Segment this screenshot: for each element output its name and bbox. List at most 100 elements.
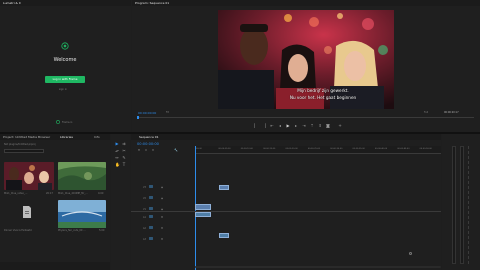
selection-tool-icon[interactable]: ▶	[115, 142, 119, 146]
program-tabbar	[132, 0, 480, 6]
playhead-marker-icon[interactable]	[137, 115, 139, 119]
eye-icon[interactable]: ◉	[161, 186, 163, 189]
meter-scale	[468, 146, 476, 264]
pen-tool-icon[interactable]: ✎	[122, 156, 126, 160]
track-select-tool-icon[interactable]: ⇉	[122, 142, 126, 146]
export-frame-icon[interactable]: ◙	[326, 124, 330, 128]
ruler-label: 00:00:20:00	[285, 148, 298, 150]
frameio-logo-icon	[61, 42, 69, 50]
tab-frameio[interactable]: Lumetri & II	[3, 1, 21, 5]
track-header[interactable]: V3 ◉	[131, 184, 195, 192]
tab-program[interactable]: Program: Sequence 01	[135, 1, 169, 5]
timeline-tabbar	[131, 134, 441, 140]
project-item-thumb[interactable]	[4, 162, 54, 190]
playhead-scrubber[interactable]	[138, 117, 474, 118]
audio-clip-a3[interactable]	[219, 233, 229, 238]
project-item-name: Mix1_Clue_4COME_Mr_...	[58, 192, 88, 195]
sequence-timecode[interactable]: 00:00:00:00	[137, 142, 159, 146]
tools-panel: ▶ ⇉ ⟛ ✂ ↔ ✎ ✋ T	[111, 134, 130, 270]
project-search-input[interactable]	[4, 149, 44, 153]
project-item-thumb[interactable]	[58, 200, 106, 228]
timeline-scrollbar[interactable]	[195, 266, 441, 268]
track-header[interactable]: A3 M	[131, 236, 195, 244]
project-item-name: Dinner Vive Is Fantastic	[4, 229, 33, 232]
track-target-button[interactable]	[149, 237, 153, 240]
mark-out-icon[interactable]: ▕	[262, 124, 266, 128]
track-label: A2	[143, 226, 146, 230]
audio-meters	[442, 134, 480, 270]
ruler-label: 00:00:40:00	[374, 148, 388, 150]
wrench-icon[interactable]: 🔧	[174, 148, 178, 152]
add-button-icon[interactable]: +	[338, 124, 342, 128]
ruler-label: 00:00:05:00	[218, 148, 231, 150]
type-tool-icon[interactable]: T	[122, 163, 126, 167]
track-header[interactable]: A2 M	[131, 225, 195, 233]
track-headers: V3 ◉ V2 ◉ V1 ◉ A1 M A2 M A3 M	[131, 178, 195, 248]
video-clip-v3[interactable]	[219, 185, 229, 190]
program-duration: 00:00:20:17	[444, 111, 459, 114]
audio-clip-a1[interactable]	[195, 212, 211, 217]
audio-meter-right	[460, 146, 464, 264]
program-monitor: Program: Sequence 01 Mijn bedrijf zijn g…	[132, 0, 480, 132]
linked-selection-icon[interactable]: ⊂	[144, 148, 148, 152]
lift-icon[interactable]: ⇡	[310, 124, 314, 128]
track-target-button[interactable]	[149, 215, 153, 218]
track-header[interactable]: V2 ◉	[131, 195, 195, 203]
eye-icon[interactable]: ◉	[161, 197, 163, 200]
extract-icon[interactable]: ⇞	[318, 124, 322, 128]
slip-tool-icon[interactable]: ↔	[115, 156, 119, 160]
step-forward-icon[interactable]: ▸	[294, 124, 298, 128]
login-button[interactable]: Log in with Frame	[45, 76, 85, 83]
track-target-button[interactable]	[149, 196, 153, 199]
track-target-button[interactable]	[149, 207, 153, 210]
snap-icon[interactable]: ⊓	[137, 148, 141, 152]
ruler-label: 00:00:25:00	[307, 148, 321, 150]
ruler-label: 00:00	[196, 148, 202, 150]
fit-dropdown[interactable]: Fit	[166, 111, 169, 114]
track-target-button[interactable]	[149, 226, 153, 229]
tab-info[interactable]: Info	[94, 135, 100, 139]
scroll-handle-icon[interactable]	[409, 252, 412, 255]
track-header[interactable]: A1 M	[131, 214, 195, 222]
project-item-thumb[interactable]	[58, 162, 106, 190]
sign-in-link[interactable]: sign in	[59, 88, 67, 91]
mute-icon[interactable]: M	[161, 216, 163, 219]
video-clip-v1[interactable]	[195, 204, 211, 210]
document-file-icon[interactable]	[22, 206, 32, 218]
project-item-name: Physics_fair_cuts_00 ...	[58, 229, 86, 232]
track-label: A3	[143, 237, 146, 241]
timeline-panel: Sequence 01 00:00:00:00 ⊓ ⊂ ▾ 🔧 00:00 00:…	[131, 134, 441, 270]
subtitle-line-2: Nu voor het. Het gaat beginnen	[289, 95, 357, 100]
time-ruler[interactable]: 00:00 00:00:05:00 00:00:10:00 00:00:15:00 00…	[195, 146, 441, 154]
subtitle-line-1: Mijn bedrijf zijn gewerkt.	[297, 88, 349, 93]
mark-in-icon[interactable]: ▏	[254, 124, 258, 128]
frameio-footer-logo-icon	[56, 120, 60, 124]
track-label: A1	[143, 215, 146, 219]
mute-icon[interactable]: M	[161, 238, 163, 241]
razor-tool-icon[interactable]: ✂	[122, 149, 126, 153]
login-button-label: Log in with Frame	[52, 77, 78, 81]
add-marker-icon[interactable]: ▾	[151, 148, 155, 152]
tab-sequence[interactable]: Sequence 01	[139, 135, 159, 139]
step-back-icon[interactable]: ◂	[278, 124, 282, 128]
hand-tool-icon[interactable]: ✋	[115, 163, 120, 167]
track-label: V3	[143, 185, 146, 189]
quality-dropdown[interactable]: Full	[424, 111, 428, 114]
go-to-out-icon[interactable]: ⇥	[302, 124, 306, 128]
tab-media-browser[interactable]: Media Browser	[28, 135, 50, 139]
ruler-label: 00:00:15:00	[263, 148, 276, 150]
go-to-in-icon[interactable]: ⇤	[270, 124, 274, 128]
track-target-button[interactable]	[149, 185, 153, 188]
mute-icon[interactable]: M	[161, 227, 163, 230]
ruler-label: 00:00:45:00	[397, 148, 410, 150]
project-path: Not plugins/Untitled.prproj	[4, 143, 36, 146]
video-frame: Mijn bedrijf zijn gewerkt. Nu voor het. …	[218, 10, 394, 109]
program-timecode[interactable]: 00:00:00:00	[138, 111, 156, 115]
tab-libraries[interactable]: Libraries	[60, 135, 73, 139]
track-header[interactable]: V1 ◉	[131, 206, 195, 214]
ripple-edit-tool-icon[interactable]: ⟛	[115, 149, 119, 153]
play-icon[interactable]: ▶	[286, 124, 290, 128]
tab-project[interactable]: Project: Untitled	[3, 135, 27, 139]
audio-meter-left	[452, 146, 456, 264]
welcome-title: Welcome	[53, 57, 77, 63]
